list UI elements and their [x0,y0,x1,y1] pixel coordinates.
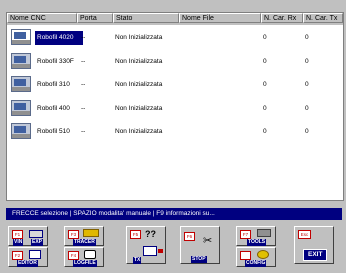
cnc-tx: 0 [305,81,309,88]
stop-button[interactable]: F6 ✂ STOP [180,226,220,264]
column-header-nome-cnc[interactable]: Nome CNC [7,13,77,23]
status-bar: FRECCE selezione | SPAZIO modalita' manu… [6,208,342,220]
cnc-tx: 0 [305,58,309,65]
cnc-status: Non Inizializzata [115,105,163,112]
f2-key-icon: F2 [12,251,23,260]
logfile-label: LOGFILE [73,260,97,267]
column-header-nome-file[interactable]: Nome File [179,13,261,23]
question-marks-icon: ?? [145,229,156,239]
f1-key-icon: F1 [12,230,23,239]
tools-button[interactable]: F7 TOOLS [236,226,276,246]
vin-exp-button[interactable]: F1 VIN EXP [8,226,48,246]
cnc-machine-icon [11,123,31,139]
tracer-button[interactable]: F3 TRACER [64,226,104,246]
f6-key-icon: F6 [184,232,195,241]
editor-label: EDITOR [17,260,38,267]
cnc-name: Robofil 400 [37,105,70,112]
cnc-table: Nome CNC Porta Stato Nome File N. Car. R… [6,12,344,201]
exit-button[interactable]: Esc EXIT [294,226,334,264]
vin-label: VIN [13,239,24,246]
f8-key-icon [240,251,251,260]
tx-label: TX [133,257,142,264]
tracer-icon [83,229,99,237]
cnc-name: Robofil 510 [37,128,70,135]
cnc-rx: 0 [263,128,267,135]
tools-icon [257,229,271,237]
transmit-button[interactable]: F5 ?? TX [126,226,166,264]
table-row[interactable]: Robofil 310 -- Non Inizializzata 0 0 [7,74,343,97]
exit-label: EXIT [303,249,328,261]
cnc-status: Non Inizializzata [115,34,163,41]
cnc-machine-icon [11,53,31,69]
cnc-tx: 0 [305,105,309,112]
cnc-name: Robofil 330F [37,58,74,65]
gear-icon [257,250,269,259]
cnc-rx: 0 [263,105,267,112]
cnc-machine-icon [11,100,31,116]
scissors-icon: ✂ [203,235,213,247]
cnc-tx: 0 [305,128,309,135]
cnc-name: Robofil 310 [37,81,70,88]
arrow-right-icon [158,249,163,253]
config-label: CONFIG [245,260,267,267]
tools-label: TOOLS [247,239,267,246]
cnc-port: -- [81,34,86,41]
cnc-name: Robofil 4020 [37,34,74,41]
f4-key-icon: F4 [68,251,79,260]
table-row[interactable]: Robofil 510 -- Non Inizializzata 0 0 [7,121,343,144]
cnc-machine-icon [11,29,31,45]
cnc-port: -- [81,105,86,112]
tracer-label: TRACER [73,239,96,246]
cnc-status: Non Inizializzata [115,81,163,88]
column-header-porta[interactable]: Porta [77,13,113,23]
cnc-rx: 0 [263,34,267,41]
f5-key-icon: F5 [130,230,141,239]
cnc-port: -- [81,58,86,65]
table-header: Nome CNC Porta Stato Nome File N. Car. R… [7,13,343,25]
column-header-stato[interactable]: Stato [113,13,179,23]
column-header-tx[interactable]: N. Car. Tx [303,13,343,23]
cnc-tx: 0 [305,34,309,41]
f7-key-icon: F7 [240,230,251,239]
table-row[interactable]: Robofil 400 -- Non Inizializzata 0 0 [7,98,343,121]
table-row[interactable]: Robofil 330F -- Non Inizializzata 0 0 [7,51,343,74]
table-row[interactable]: Robofil 4020 -- Non Inizializzata 0 0 [7,27,343,50]
cnc-status: Non Inizializzata [115,58,163,65]
editor-button[interactable]: F2 EDITOR [8,247,48,267]
cnc-rx: 0 [263,58,267,65]
folder-icon [29,230,43,238]
cnc-status: Non Inizializzata [115,128,163,135]
document-icon [29,250,41,259]
monitor-icon [143,246,157,256]
column-header-rx[interactable]: N. Car. Rx [261,13,303,23]
magnifier-icon [84,250,96,259]
cnc-port: -- [81,128,86,135]
exp-label: EXP [31,239,44,246]
cnc-port: -- [81,81,86,88]
cnc-machine-icon [11,76,31,92]
cnc-rx: 0 [263,81,267,88]
logfile-button[interactable]: F4 LOGFILE [64,247,104,267]
stop-label: STOP [191,256,207,263]
config-button[interactable]: CONFIG [236,247,276,267]
f3-key-icon: F3 [68,230,79,239]
esc-key-icon: Esc [298,230,311,239]
